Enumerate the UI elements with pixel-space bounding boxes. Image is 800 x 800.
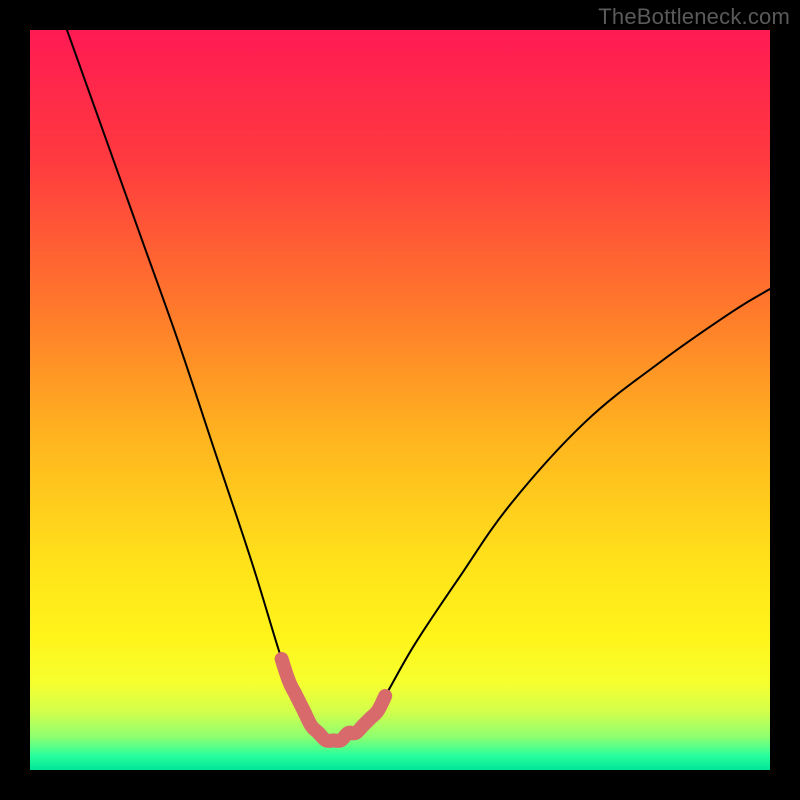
curve-layer <box>30 30 770 770</box>
valley-highlight <box>282 659 386 741</box>
chart-frame: TheBottleneck.com <box>0 0 800 800</box>
watermark-text: TheBottleneck.com <box>598 4 790 30</box>
mismatch-curve <box>67 30 770 742</box>
plot-area <box>30 30 770 770</box>
